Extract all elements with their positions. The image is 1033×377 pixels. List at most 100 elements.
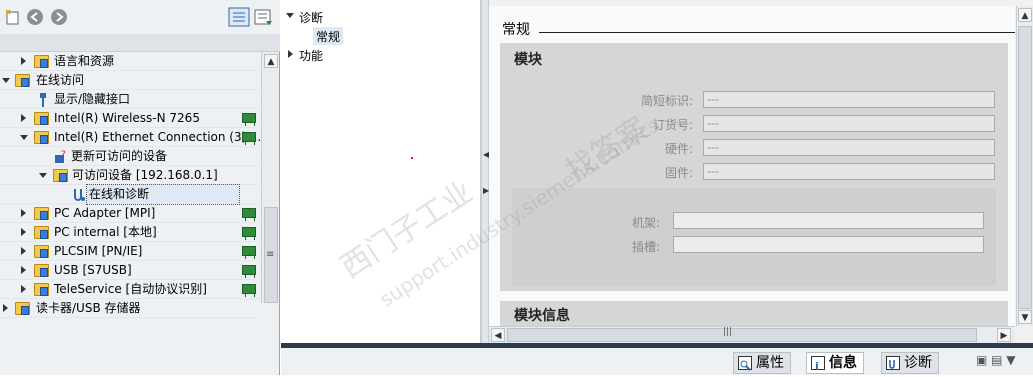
nav-item-diagnostics[interactable]: 诊断 — [281, 8, 481, 26]
scroll-up-icon[interactable]: ▲ — [1018, 8, 1032, 22]
scroll-thumb[interactable] — [507, 328, 977, 342]
tree-item-wireless[interactable]: Intel(R) Wireless-N 7265 — [0, 109, 260, 128]
tree-item-label: 可访问设备 [192.168.0.1] — [72, 168, 218, 182]
online-folder-icon — [15, 74, 30, 87]
nav-item-label: 常规 — [316, 30, 341, 44]
tree-item-online-diagnostics[interactable]: 在线和诊断 — [0, 184, 260, 205]
adapter-folder-icon — [34, 283, 49, 296]
order-number-label: 订货号: — [652, 118, 693, 132]
device-folder-icon — [53, 169, 68, 182]
collapse-arrow-icon[interactable] — [20, 135, 28, 140]
scroll-right-icon[interactable]: ▶ — [997, 328, 1011, 342]
expand-arrow-icon[interactable] — [21, 247, 26, 255]
nav-item-general[interactable]: 常规 — [313, 27, 344, 45]
section-divider — [539, 32, 1015, 33]
tree-item-pc-adapter[interactable]: PC Adapter [MPI] — [0, 204, 260, 223]
tree-item-update-accessible[interactable]: ? 更新可访问的设备 — [0, 147, 260, 166]
tab-info[interactable]: i 信息 — [806, 352, 864, 374]
tree-item-accessible-device[interactable]: 可访问设备 [192.168.0.1] — [0, 166, 260, 185]
adapter-folder-icon — [34, 264, 49, 277]
collapse-arrow-icon[interactable] — [2, 78, 10, 83]
expand-arrow-icon[interactable] — [21, 228, 26, 236]
list-view-icon[interactable] — [228, 7, 250, 27]
network-connected-icon — [242, 132, 256, 145]
slot-label: 插槽: — [631, 240, 660, 254]
tree-item-languages[interactable]: 语言和资源 — [0, 52, 260, 71]
new-item-icon[interactable] — [4, 8, 22, 26]
tree-item-usb[interactable]: USB [S7USB] — [0, 261, 260, 280]
tree-vertical-scrollbar[interactable]: ▲ ≡ — [261, 52, 279, 303]
adapter-folder-icon — [34, 226, 49, 239]
tree-item-pc-internal[interactable]: PC internal [本地] — [0, 223, 260, 242]
content-horizontal-scrollbar[interactable]: ◀ ||| ▶ — [489, 326, 1015, 343]
network-status-icon — [242, 227, 256, 240]
expand-arrow-icon[interactable] — [21, 57, 26, 65]
tree-item-label: 语言和资源 — [54, 54, 115, 68]
nav-item-functions[interactable]: 功能 — [281, 46, 481, 64]
project-tree-toolbar — [0, 0, 280, 34]
tree-item-label: PC internal [本地] — [54, 225, 157, 239]
tree-item-ethernet[interactable]: Intel(R) Ethernet Connection (3) I... — [0, 128, 265, 147]
firmware-label: 固件: — [664, 166, 693, 180]
grip-icon: ≡ — [266, 249, 275, 260]
tab-properties[interactable]: 属性 — [733, 352, 791, 374]
project-tree: 语言和资源 在线访问 显示/隐藏接口 Intel(R) Wireless-N 7… — [0, 52, 265, 375]
network-status-icon — [242, 265, 256, 278]
tab-diagnostics[interactable]: 诊断 — [881, 352, 939, 374]
back-arrow-icon[interactable] — [26, 8, 44, 26]
section-title: 常规 — [502, 22, 530, 38]
tree-item-show-hide-interfaces[interactable]: 显示/隐藏接口 — [0, 90, 260, 109]
tree-item-card-reader[interactable]: 读卡器/USB 存储器 — [0, 299, 260, 318]
tree-item-online-access[interactable]: 在线访问 — [0, 71, 260, 90]
forward-arrow-icon[interactable] — [50, 8, 68, 26]
window-mode-icon[interactable]: ▣ ▤ ▼ — [976, 353, 1016, 367]
nav-item-label: 诊断 — [299, 11, 324, 25]
tab-strip: 属性 i 信息 诊断 ▣ ▤ ▼ — [281, 348, 1033, 375]
diagnostics-icon — [886, 356, 900, 370]
tree-item-plcsim[interactable]: PLCSIM [PN/IE] — [0, 242, 260, 261]
scroll-thumb[interactable] — [1018, 26, 1032, 309]
project-tree-header — [0, 34, 280, 52]
tree-item-label: 显示/隐藏接口 — [54, 92, 131, 106]
tree-item-label: Intel(R) Ethernet Connection (3) I... — [54, 130, 266, 144]
tab-label: 诊断 — [904, 355, 932, 371]
folder-icon — [34, 55, 49, 68]
card-reader-icon — [15, 302, 30, 315]
module-info-group: 模块信息 — [500, 301, 1008, 326]
expand-arrow-icon[interactable] — [21, 266, 26, 274]
hardware-field: --- — [703, 139, 995, 156]
panel-splitter[interactable]: ◀ ▶ — [481, 0, 489, 343]
tree-item-label: 更新可访问的设备 — [71, 149, 168, 163]
collapse-arrow-icon[interactable] — [39, 173, 47, 178]
module-info-title: 模块信息 — [514, 308, 570, 324]
scroll-up-icon[interactable]: ▲ — [264, 54, 278, 68]
order-number-field: --- — [703, 115, 995, 132]
adapter-folder-icon — [34, 131, 49, 144]
content-vertical-scrollbar[interactable]: ▲ ▼ — [1016, 6, 1033, 326]
tree-item-label: Intel(R) Wireless-N 7265 — [54, 111, 200, 125]
collapse-arrow-icon[interactable] — [286, 13, 294, 18]
tree-item-teleservice[interactable]: TeleService [自动协议识别] — [0, 280, 260, 299]
rack-label: 机架: — [631, 216, 660, 230]
overview-icon[interactable] — [254, 7, 274, 27]
tree-item-label: PLCSIM [PN/IE] — [54, 244, 143, 258]
scroll-down-icon[interactable]: ▼ — [1018, 310, 1032, 324]
tab-label: 属性 — [756, 355, 784, 371]
network-status-icon — [242, 113, 256, 126]
adapter-folder-icon — [34, 245, 49, 258]
network-unknown-icon — [242, 246, 256, 259]
expand-arrow-icon[interactable] — [288, 50, 293, 58]
expand-arrow-icon[interactable] — [21, 209, 26, 217]
network-status-icon — [242, 208, 256, 221]
expand-arrow-icon[interactable] — [21, 285, 26, 293]
inspector-tab-bar: 属性 i 信息 诊断 ▣ ▤ ▼ — [281, 343, 1033, 375]
expand-arrow-icon[interactable] — [21, 114, 26, 122]
tree-item-label: PC Adapter [MPI] — [54, 206, 156, 220]
network-status-icon — [242, 284, 256, 297]
short-id-label: 简短标识: — [640, 94, 693, 108]
firmware-field: --- — [703, 163, 995, 180]
adapter-folder-icon — [34, 207, 49, 220]
expand-arrow-icon[interactable] — [3, 304, 8, 312]
scroll-left-icon[interactable]: ◀ — [491, 328, 505, 342]
module-group-title: 模块 — [514, 52, 542, 68]
